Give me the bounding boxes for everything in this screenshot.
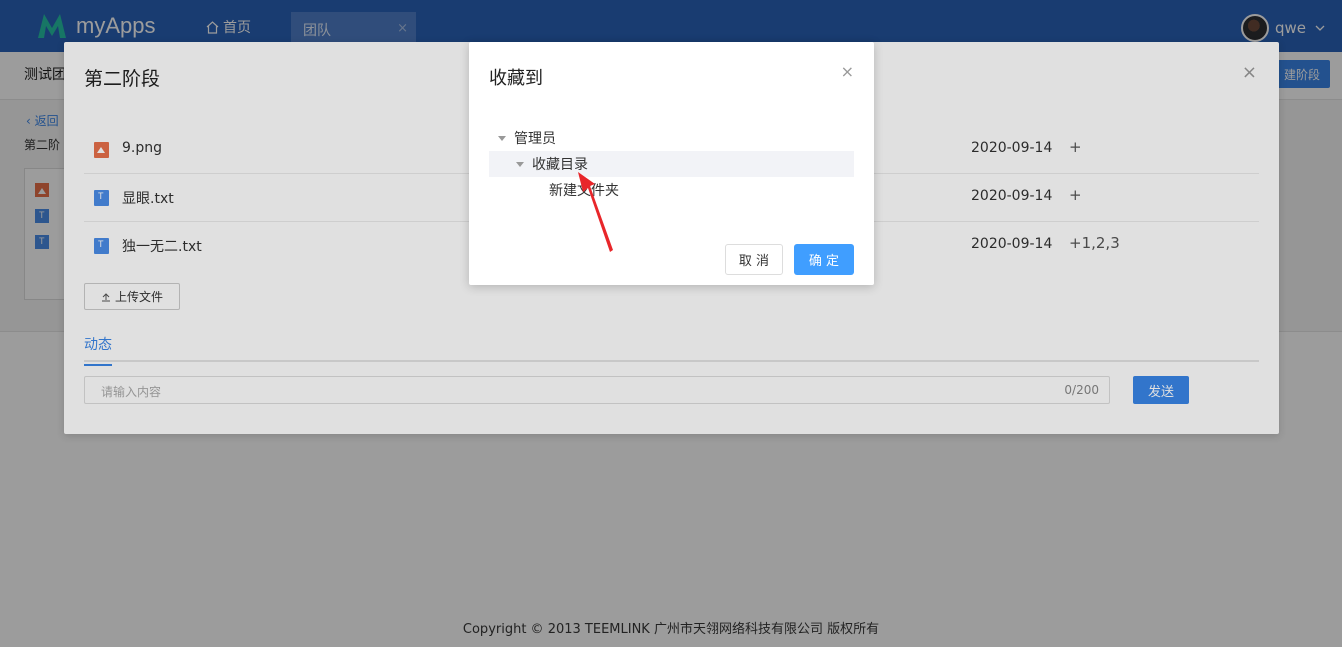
tree-node-admin[interactable]: 管理员 (489, 125, 854, 151)
tree-node-label: 收藏目录 (532, 157, 588, 173)
tree-node-favorites[interactable]: 收藏目录 (489, 151, 854, 177)
caret-down-icon[interactable] (498, 135, 506, 141)
favorite-dialog: 收藏到 × 管理员 收藏目录 新建文件夹 取 消 确 定 (469, 42, 874, 285)
tree-node-label: 新建文件夹 (549, 183, 619, 199)
confirm-button[interactable]: 确 定 (794, 244, 854, 275)
close-icon[interactable]: × (841, 62, 854, 81)
caret-down-icon[interactable] (516, 161, 524, 167)
tree-node-new-folder[interactable]: 新建文件夹 (489, 177, 854, 203)
cancel-button[interactable]: 取 消 (725, 244, 783, 275)
footer-copyright: Copyright © 2013 TEEMLINK 广州市天翎网络科技有限公司 … (462, 622, 880, 637)
tree-node-label: 管理员 (514, 131, 556, 147)
favorite-dialog-title: 收藏到 (489, 68, 543, 89)
